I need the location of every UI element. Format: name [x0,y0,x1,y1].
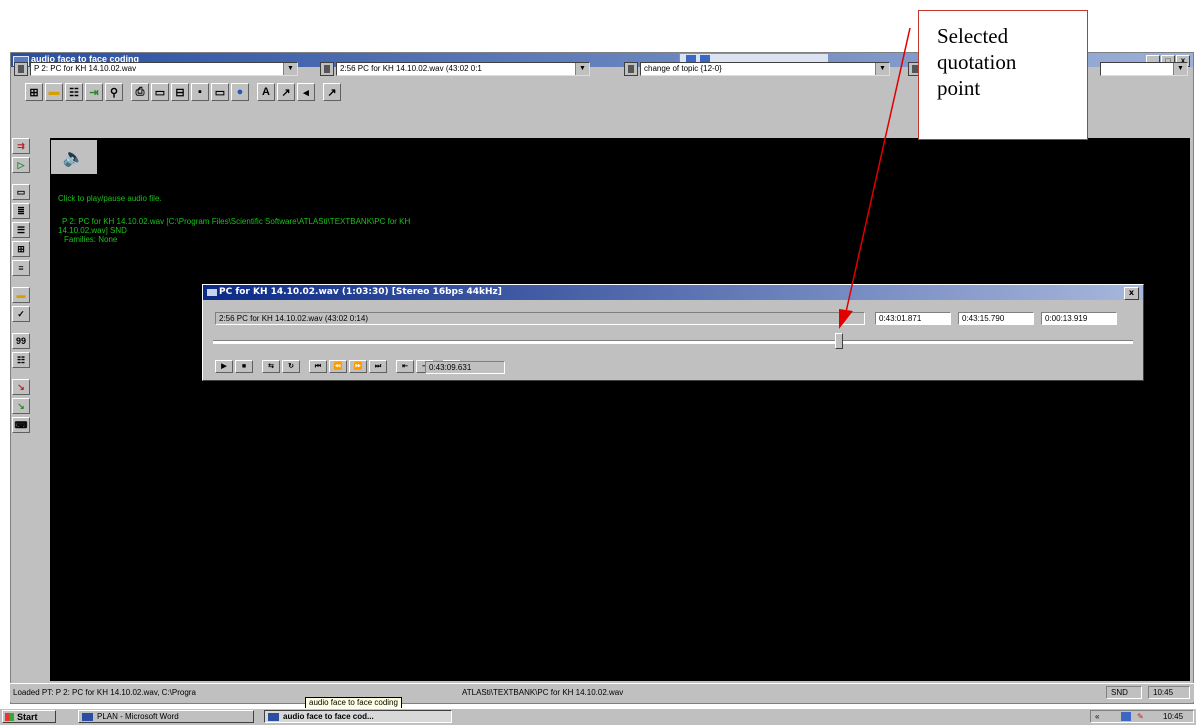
speaker-icon[interactable]: 🔈 [51,140,97,174]
pointer-icon[interactable]: ↗ [323,83,341,101]
mode-pane: SND [1106,686,1142,699]
annotation-line-1: Selected [937,24,1009,48]
quick-coding-icon[interactable]: ⊞ [12,241,30,257]
search-icon[interactable]: ⚲ [105,83,123,101]
hermeneutic-unit-icon[interactable]: ⊞ [25,83,43,101]
left-toolbar: ⇉ ▷ ▭ ≣ ☰ ⊞ ≡ ▬ ✓ 99 ☷ ↘ ↘ ⌨ [12,138,30,433]
close-icon[interactable]: x [1124,287,1139,300]
link-icon[interactable]: ↘ [12,379,30,395]
chevron-down-icon[interactable]: ▼ [1173,63,1187,75]
code-selector[interactable]: change of topic {12-0} ▼ [640,62,890,76]
skip-end-icon[interactable]: ⏭ [369,360,387,373]
chevron-down-icon[interactable]: ▼ [575,63,589,75]
editor-icon[interactable]: ▭ [211,83,229,101]
save-icon[interactable]: ▪ [191,83,209,101]
print-icon[interactable]: ⎙ [131,83,149,101]
code-selector-icon[interactable] [624,62,638,76]
document-path-cont: 14.10.02.wav] SND [58,226,127,235]
list-icon[interactable]: ☷ [12,352,30,368]
task-atlas[interactable]: audio face to face cod... [264,710,452,723]
keyboard-icon[interactable]: ⌨ [12,417,30,433]
player-title-bar[interactable]: PC for KH 14.10.02.wav (1:03:30) [Stereo… [203,285,1143,300]
number-99-icon[interactable]: 99 [12,333,30,349]
document-selector-icon[interactable] [14,62,28,76]
open-icon[interactable]: ⊟ [171,83,189,101]
quotation-marker-icon[interactable]: ▬ [12,287,30,303]
chevron-down-icon[interactable]: ▼ [283,63,297,75]
set-start-icon[interactable]: ⇤ [396,360,414,373]
position-slider-thumb[interactable] [834,333,843,349]
annotation-line-3: point [937,76,981,100]
document-selector[interactable]: P 2: PC for KH 14.10.02.wav ▼ [30,62,298,76]
tray-network-icon[interactable] [1121,712,1131,721]
annotation-box: Selected quotation point [918,10,1088,140]
font-icon[interactable]: A [257,83,275,101]
word-icon [82,713,93,721]
player-icon [207,289,217,296]
web-icon[interactable]: ● [231,83,249,101]
quotation-selector-icon[interactable] [320,62,334,76]
back-icon[interactable]: ◂ [297,83,315,101]
document-path: P 2: PC for KH 14.10.02.wav [C:\Program … [62,217,411,226]
quotation-selector[interactable]: 2:56 PC for KH 14.10.02.wav (43:02 0:1 ▼ [336,62,590,76]
quotation-field: 2:56 PC for KH 14.10.02.wav (43:02 0:14) [215,312,865,325]
play-hint: Click to play/pause audio file. [58,194,162,203]
code-in-vivo-icon[interactable]: ≣ [12,203,30,219]
tray-clock: 10:45 [1163,712,1184,721]
code-by-list-icon[interactable]: ☰ [12,222,30,238]
auto-coding-icon[interactable]: ≡ [12,260,30,276]
create-quotation-icon[interactable]: ▷ [12,157,30,173]
duration-field[interactable]: 0:00:13.919 [1041,312,1117,325]
code-icon[interactable]: ☷ [65,83,83,101]
annotation-line-2: quotation [937,50,1017,74]
tray-pen-icon[interactable]: ✎ [1137,711,1144,722]
system-tray: « ✎ 10:45 [1090,710,1194,723]
task-word[interactable]: PLAN - Microsoft Word [78,710,254,723]
position-track[interactable] [213,340,1133,344]
new-quotation-icon[interactable]: ⇉ [12,138,30,154]
memo-selector[interactable]: ▼ [1100,62,1188,76]
rewind-icon[interactable]: ⏪ [329,360,347,373]
open-coding-icon[interactable]: ▭ [12,184,30,200]
loop-icon[interactable]: ⇆ [262,360,280,373]
families-label: Families: None [64,235,118,244]
audio-player-dialog: PC for KH 14.10.02.wav (1:03:30) [Stereo… [202,284,1144,381]
status-message: Loaded PT: P 2: PC for KH 14.10.02.wav, … [13,688,196,697]
network-icon[interactable]: ↘ [12,398,30,414]
tray-expand-icon[interactable]: « [1095,711,1099,722]
position-field: 0:43:09.631 [425,361,505,374]
stop-icon[interactable]: ■ [235,360,253,373]
play-icon[interactable]: ▶ [215,360,233,373]
status-message-tail: ATLASti\TEXTBANK\PC for KH 14.10.02.wav [462,688,624,697]
tool-icon[interactable]: ↗ [277,83,295,101]
fast-forward-icon[interactable]: ⏩ [349,360,367,373]
start-button[interactable]: Start [2,710,56,723]
skip-start-icon[interactable]: ⏮ [309,360,327,373]
time-pane: 10:45 [1148,686,1190,699]
memo-icon[interactable]: ⇥ [85,83,103,101]
quotation-icon[interactable]: ▬ [45,83,63,101]
taskbar: Start PLAN - Microsoft Word audio face t… [0,708,1196,725]
player-title: PC for KH 14.10.02.wav (1:03:30) [Stereo… [219,287,502,297]
status-bar: Loaded PT: P 2: PC for KH 14.10.02.wav, … [10,683,1194,702]
chevron-down-icon[interactable]: ▼ [875,63,889,75]
repeat-icon[interactable]: ↻ [282,360,300,373]
main-toolbar: ⊞ ▬ ☷ ⇥ ⚲ ⎙ ▭ ⊟ ▪ ▭ ● A ↗ ◂ ↗ [25,81,341,103]
check-icon[interactable]: ✓ [12,306,30,322]
window-icon[interactable]: ▭ [151,83,169,101]
end-time-field[interactable]: 0:43:15.790 [958,312,1034,325]
start-time-field[interactable]: 0:43:01.871 [875,312,951,325]
atlas-icon [268,713,279,721]
